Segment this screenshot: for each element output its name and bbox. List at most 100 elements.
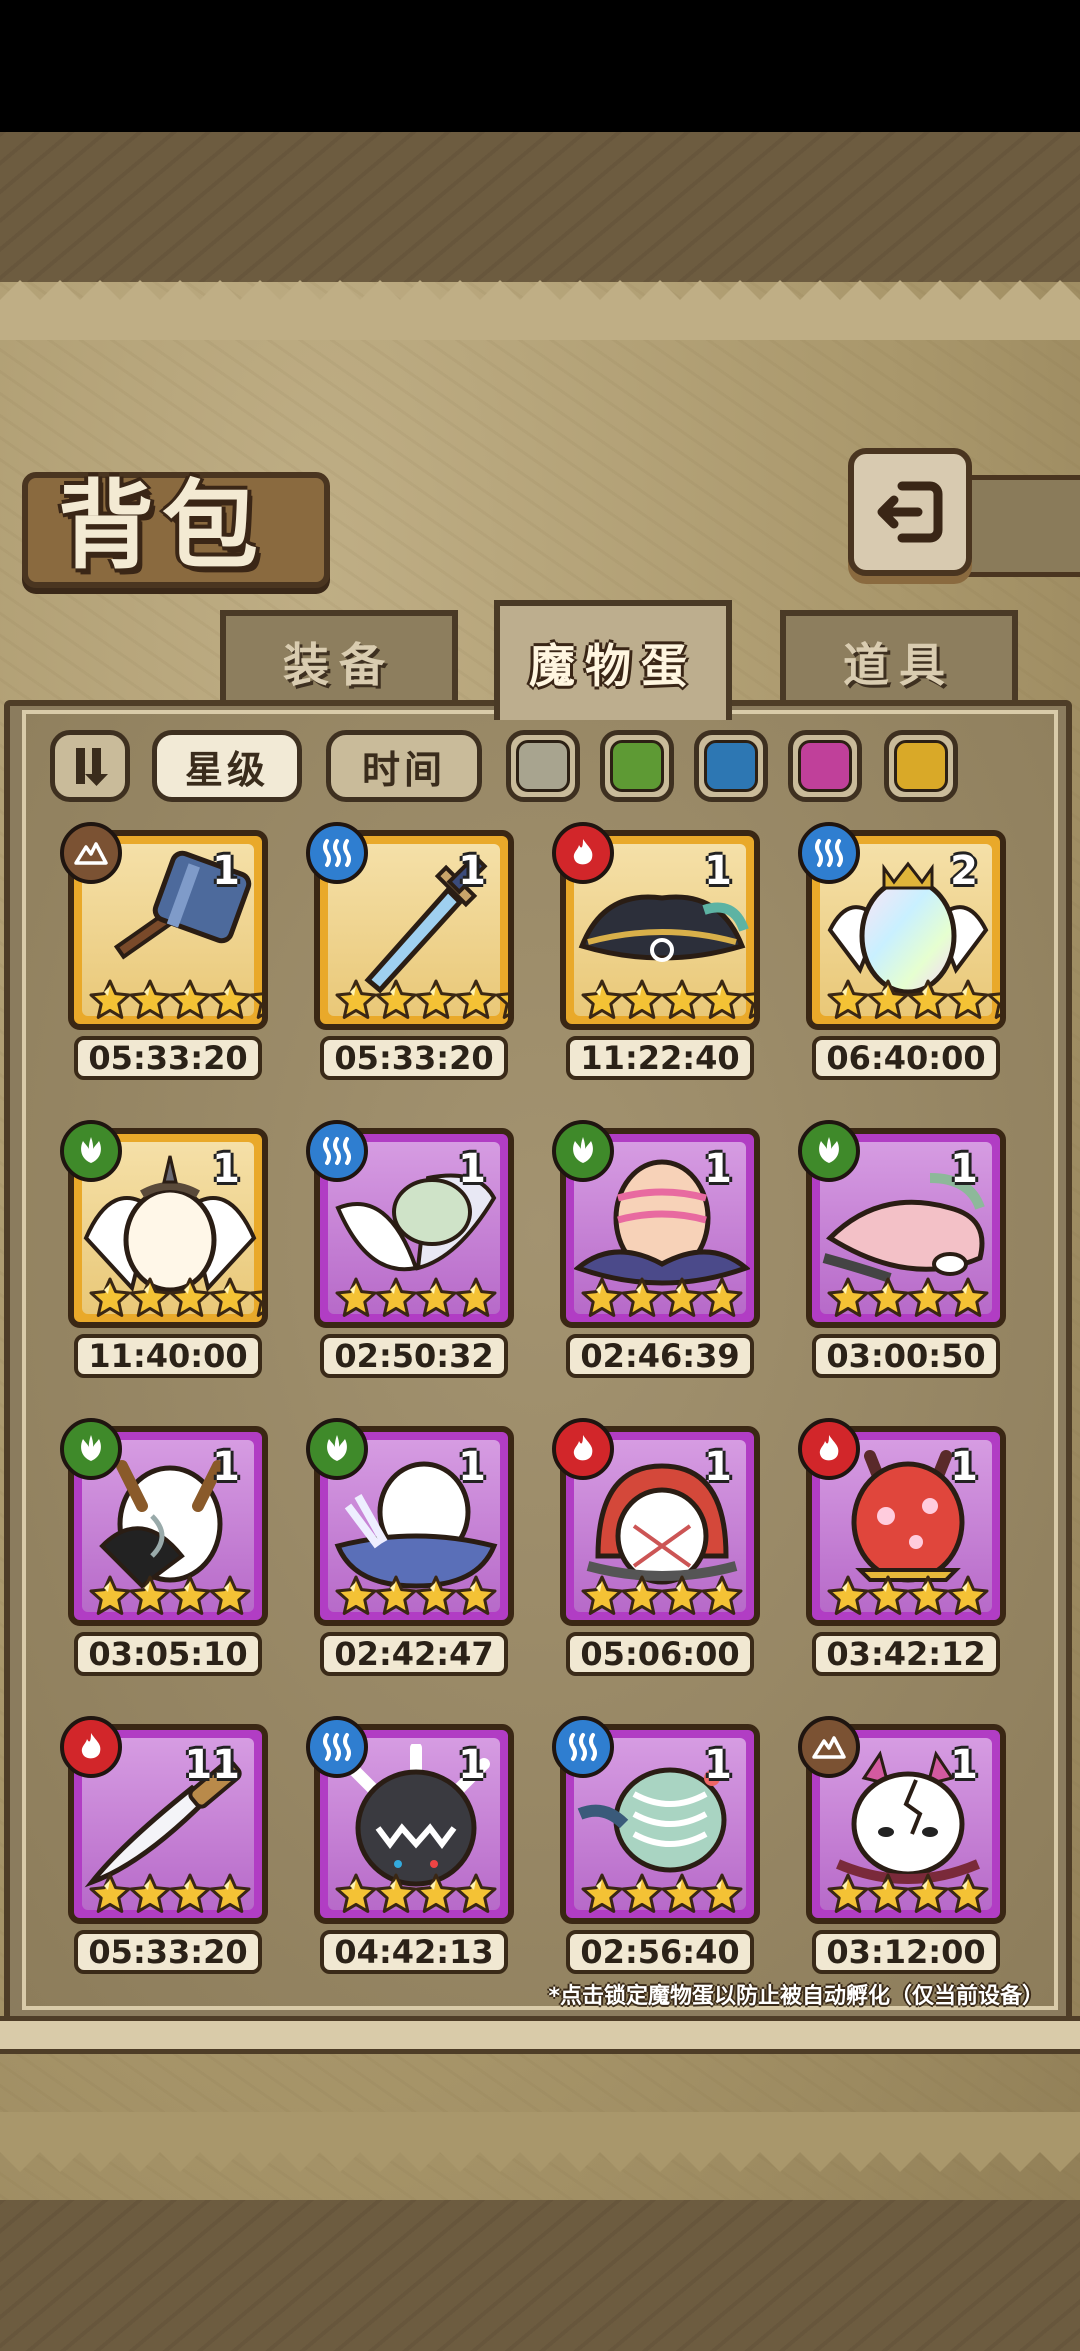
tab-monster-eggs[interactable]: 魔物蛋 — [494, 600, 732, 720]
sort-order-button[interactable] — [50, 730, 130, 802]
egg-slot[interactable]: 1 11:22:40 — [552, 822, 760, 1080]
egg-count: 11 — [184, 1742, 240, 1788]
rarity-color-swatch — [798, 740, 852, 792]
star-icon — [495, 992, 508, 1019]
egg-slot[interactable]: 1 03:05:10 — [60, 1418, 268, 1676]
water-element-icon — [306, 1716, 368, 1778]
tab-items[interactable]: 道具 — [780, 610, 1018, 708]
star-rating — [826, 978, 1000, 1022]
star-icon — [335, 1277, 377, 1317]
rarity-color-swatch — [894, 740, 948, 792]
bottom-map-band — [0, 2200, 1080, 2351]
sort-by-stars-button[interactable]: 星级 — [152, 730, 302, 802]
egg-slot[interactable]: 11 05:33:20 — [60, 1716, 268, 1974]
hatch-timer: 02:42:47 — [320, 1632, 508, 1676]
rarity-filter-epic[interactable] — [788, 730, 862, 802]
hatch-timer: 03:00:50 — [812, 1334, 1000, 1378]
star-icon — [415, 979, 457, 1019]
egg-slot[interactable]: 1 02:46:39 — [552, 1120, 760, 1378]
star-icon — [129, 979, 171, 1019]
star-icon — [867, 1575, 909, 1615]
star-icon — [375, 1277, 417, 1317]
egg-slot[interactable]: 1 03:12:00 — [798, 1716, 1006, 1974]
star-rating — [334, 1574, 497, 1618]
hatch-timer: 05:06:00 — [566, 1632, 754, 1676]
egg-slot[interactable]: 1 05:33:20 — [306, 822, 514, 1080]
lock-hint-text: *点击锁定魔物蛋以防止被自动孵化（仅当前设备） — [548, 1984, 1044, 2009]
hatch-timer: 03:12:00 — [812, 1930, 1000, 1974]
sort-by-time-button[interactable]: 时间 — [326, 730, 482, 802]
rarity-filter-rare[interactable] — [694, 730, 768, 802]
star-icon — [867, 1277, 909, 1317]
egg-slot[interactable]: 2 06:40:00 — [798, 822, 1006, 1080]
egg-count: 1 — [458, 1742, 486, 1788]
water-element-icon — [552, 1716, 614, 1778]
egg-count: 1 — [704, 848, 732, 894]
star-icon — [701, 1575, 743, 1615]
hatch-timer: 04:42:13 — [320, 1930, 508, 1974]
rarity-filter-legendary[interactable] — [884, 730, 958, 802]
water-element-icon — [306, 822, 368, 884]
nature-element-icon — [60, 1120, 122, 1182]
star-icon — [947, 1277, 989, 1317]
egg-slot[interactable]: 1 02:50:32 — [306, 1120, 514, 1378]
back-button[interactable] — [848, 448, 972, 576]
star-icon — [581, 1873, 623, 1913]
star-icon — [455, 1873, 497, 1913]
rarity-filter-uncommon[interactable] — [600, 730, 674, 802]
star-rating — [334, 1872, 497, 1916]
star-icon — [375, 979, 417, 1019]
egg-slot[interactable]: 1 03:00:50 — [798, 1120, 1006, 1378]
star-icon — [827, 1873, 869, 1913]
star-icon — [169, 1277, 211, 1317]
star-rating — [334, 1276, 497, 1320]
egg-slot[interactable]: 1 02:56:40 — [552, 1716, 760, 1974]
rarity-filter-common[interactable] — [506, 730, 580, 802]
star-icon — [415, 1277, 457, 1317]
star-icon — [129, 1873, 171, 1913]
egg-slot[interactable]: 1 03:42:12 — [798, 1418, 1006, 1676]
star-icon — [827, 979, 869, 1019]
tab-equipment[interactable]: 装备 — [220, 610, 458, 708]
star-rating — [580, 1574, 743, 1618]
egg-count: 1 — [704, 1742, 732, 1788]
egg-count: 1 — [212, 848, 240, 894]
star-icon — [209, 1873, 251, 1913]
water-element-icon — [798, 822, 860, 884]
star-icon — [249, 1290, 262, 1317]
hatch-timer: 02:50:32 — [320, 1334, 508, 1378]
hatch-timer: 02:56:40 — [566, 1930, 754, 1974]
egg-slot[interactable]: 1 05:33:20 — [60, 822, 268, 1080]
rarity-color-swatch — [516, 740, 570, 792]
bottom-torn-edge — [0, 2112, 1080, 2172]
star-icon — [169, 979, 211, 1019]
rarity-color-swatch — [610, 740, 664, 792]
star-rating — [580, 1872, 743, 1916]
egg-slot[interactable]: 1 04:42:13 — [306, 1716, 514, 1974]
nature-element-icon — [798, 1120, 860, 1182]
star-icon — [335, 1873, 377, 1913]
egg-slot[interactable]: 1 11:40:00 — [60, 1120, 268, 1378]
fire-element-icon — [552, 1418, 614, 1480]
back-button-rail — [960, 475, 1080, 577]
nature-element-icon — [552, 1120, 614, 1182]
star-icon — [621, 1277, 663, 1317]
egg-slot[interactable]: 1 05:06:00 — [552, 1418, 760, 1676]
nature-element-icon — [60, 1418, 122, 1480]
page-title: 背包 — [58, 470, 266, 582]
egg-count: 1 — [950, 1444, 978, 1490]
star-icon — [335, 979, 377, 1019]
star-rating — [826, 1574, 989, 1618]
egg-count: 1 — [950, 1742, 978, 1788]
panel-bottom-rail — [0, 2016, 1080, 2054]
fire-element-icon — [60, 1716, 122, 1778]
star-icon — [701, 1873, 743, 1913]
egg-slot[interactable]: 1 02:42:47 — [306, 1418, 514, 1676]
hatch-timer: 05:33:20 — [74, 1930, 262, 1974]
egg-count: 1 — [950, 1146, 978, 1192]
star-icon — [621, 979, 663, 1019]
hatch-timer: 02:46:39 — [566, 1334, 754, 1378]
sort-order-icon — [76, 748, 108, 786]
star-icon — [249, 992, 262, 1019]
star-icon — [209, 1575, 251, 1615]
